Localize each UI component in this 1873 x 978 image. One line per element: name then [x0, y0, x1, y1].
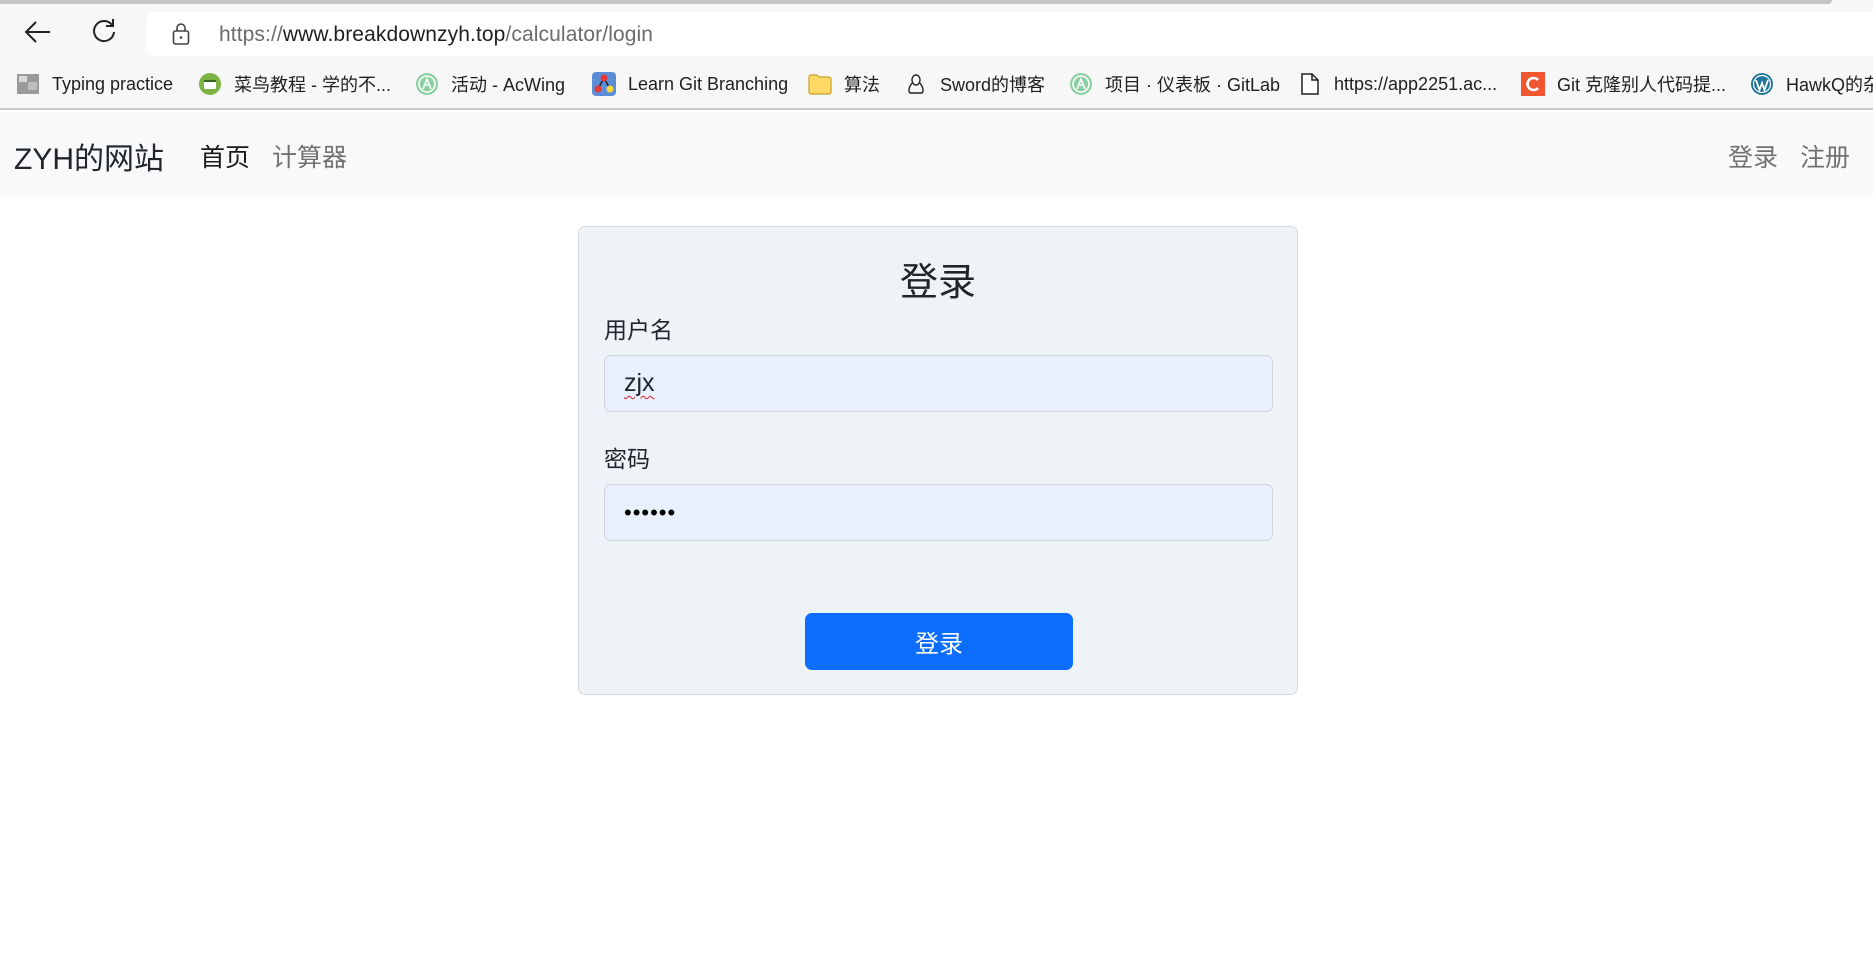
brand-link[interactable]: ZYH的网站	[14, 134, 164, 178]
bookmark-item[interactable]: Typing practice	[16, 70, 173, 98]
bookmark-label: 项目 · 仪表板 · GitLab	[1105, 75, 1281, 95]
page-icon	[1298, 72, 1322, 96]
typing-practice-icon	[16, 72, 40, 96]
git-branching-icon	[592, 72, 616, 96]
c-logo-icon	[1521, 72, 1545, 96]
acwing-icon	[1069, 72, 1093, 96]
reload-button[interactable]	[86, 14, 122, 50]
bookmark-item[interactable]: Sword的博客	[904, 70, 1045, 98]
url-scheme: https://	[219, 23, 283, 46]
back-arrow-icon	[25, 21, 50, 43]
nav-calculator[interactable]: 计算器	[272, 138, 347, 174]
url-host: www.breakdownzyh.top	[282, 23, 506, 46]
bookmark-label: Typing practice	[52, 73, 174, 94]
bookmark-label: HawkQ的杂	[1786, 75, 1873, 95]
nav-home[interactable]: 首页	[200, 138, 250, 174]
tab-strip-scrollbar	[0, 0, 1832, 4]
login-title: 登录	[899, 262, 976, 304]
reload-icon	[93, 19, 115, 43]
password-input[interactable]: ••••••	[604, 484, 1273, 541]
bookmark-item[interactable]: HawkQ的杂	[1750, 70, 1873, 98]
bookmark-item[interactable]: Git 克隆别人代码提...	[1521, 70, 1726, 98]
bookmark-item[interactable]: https://app2251.ac...	[1298, 70, 1497, 98]
penguin-icon	[904, 72, 928, 96]
bookmark-label: 菜鸟教程 - 学的不...	[234, 75, 391, 95]
bookmark-item[interactable]: Learn Git Branching	[592, 70, 788, 98]
site-navbar: ZYH的网站 首页 计算器 登录 注册	[0, 112, 1873, 195]
login-submit-button[interactable]: 登录	[805, 613, 1073, 670]
bookmark-label: Git 克隆别人代码提...	[1557, 75, 1727, 95]
bookmark-label: https://app2251.ac...	[1334, 73, 1498, 94]
bookmark-label: Learn Git Branching	[628, 73, 789, 94]
address-bar[interactable]: https://www.breakdownzyh.top/calculator/…	[146, 12, 1873, 56]
bookmark-item[interactable]: 活动 - AcWing	[415, 70, 565, 98]
back-button[interactable]	[20, 14, 56, 50]
folder-icon	[808, 72, 832, 96]
url-path: /calculator/login	[505, 23, 654, 46]
login-card: 登录 用户名 zjx 密码 •••••• 登录	[578, 226, 1298, 695]
url-text[interactable]: https://www.breakdownzyh.top/calculator/…	[219, 23, 653, 47]
nav-register[interactable]: 注册	[1800, 138, 1850, 174]
bookmark-label: 算法	[844, 75, 880, 95]
lock-icon	[172, 23, 190, 50]
password-mask: ••••••	[624, 499, 677, 525]
username-input[interactable]: zjx	[604, 355, 1273, 412]
bookmark-item[interactable]: 项目 · 仪表板 · GitLab	[1069, 70, 1280, 98]
acwing-icon	[415, 72, 439, 96]
runoob-icon	[198, 72, 222, 96]
bookmark-item[interactable]: 算法	[808, 70, 880, 98]
bookmarks-bar: Typing practice 菜鸟教程 - 学的不... 活动 - AcWin…	[0, 58, 1873, 110]
bookmark-item[interactable]: 菜鸟教程 - 学的不...	[198, 70, 391, 98]
password-label: 密码	[604, 446, 650, 472]
bookmark-label: Sword的博客	[940, 75, 1046, 95]
wordpress-icon	[1750, 72, 1774, 96]
username-label: 用户名	[604, 317, 673, 343]
bookmark-label: 活动 - AcWing	[451, 75, 566, 95]
username-value: zjx	[624, 369, 655, 397]
browser-toolbar: https://www.breakdownzyh.top/calculator/…	[0, 6, 1873, 58]
nav-login[interactable]: 登录	[1728, 138, 1778, 174]
